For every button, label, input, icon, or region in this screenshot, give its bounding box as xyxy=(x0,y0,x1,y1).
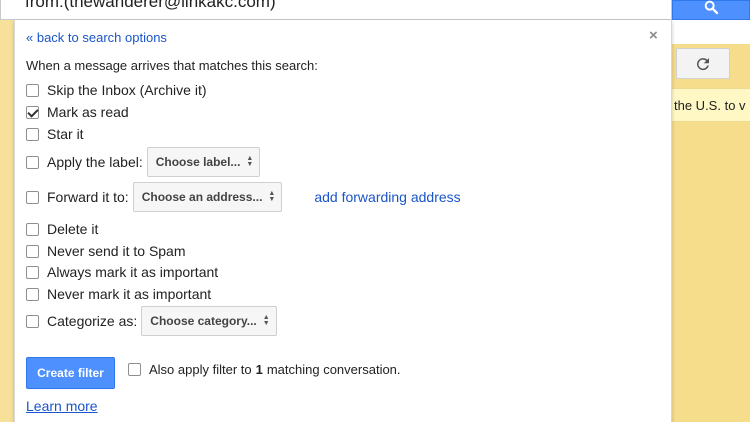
choose-category-select[interactable]: Choose category... ▲ ▼ xyxy=(141,306,277,336)
search-query-text: from:(thewanderer@linkakc.com) xyxy=(25,0,276,11)
option-label: Always mark it as important xyxy=(47,264,219,280)
option-never-spam[interactable]: Never send it to Spam xyxy=(26,243,186,259)
option-categorize[interactable]: Categorize as: Choose category... ▲ ▼ xyxy=(26,306,277,336)
add-forwarding-address-link[interactable]: add forwarding address xyxy=(314,189,460,205)
search-input[interactable]: from:(thewanderer@linkakc.com) xyxy=(0,0,672,20)
select-arrows-icon: ▲ ▼ xyxy=(262,314,270,327)
option-skip-inbox[interactable]: Skip the Inbox (Archive it) xyxy=(26,82,207,98)
choose-label-select[interactable]: Choose label... ▲ ▼ xyxy=(146,147,261,177)
promo-strip: the U.S. to v xyxy=(672,88,750,122)
create-filter-button[interactable]: Create filter xyxy=(26,357,115,389)
never-important-checkbox[interactable] xyxy=(26,287,39,301)
refresh-icon xyxy=(697,57,709,70)
learn-more-link[interactable]: Learn more xyxy=(26,398,98,414)
option-label: Delete it xyxy=(47,221,99,237)
delete-it-checkbox[interactable] xyxy=(26,222,39,236)
close-icon[interactable]: × xyxy=(649,27,658,44)
always-important-checkbox[interactable] xyxy=(26,265,39,279)
option-label: Apply the label: xyxy=(47,154,143,170)
also-apply-suffix: matching conversation. xyxy=(266,362,401,377)
also-apply-prefix: Also apply filter to xyxy=(149,362,252,377)
option-label: Mark as read xyxy=(47,104,129,120)
option-label: Never mark it as important xyxy=(47,286,212,302)
star-it-checkbox[interactable] xyxy=(26,127,39,141)
skip-inbox-checkbox[interactable] xyxy=(26,83,39,97)
promo-text: the U.S. to v xyxy=(674,98,746,113)
also-apply-checkbox[interactable] xyxy=(128,363,141,376)
apply-label-checkbox[interactable] xyxy=(26,155,39,169)
option-label: Forward it to: xyxy=(47,189,129,205)
matching-count: 1 xyxy=(255,362,263,377)
mark-as-read-checkbox[interactable] xyxy=(26,105,39,119)
also-apply-option[interactable]: Also apply filter to 1 matching conversa… xyxy=(128,362,401,377)
categorize-checkbox[interactable] xyxy=(26,314,39,328)
filter-intro-text: When a message arrives that matches this… xyxy=(26,58,318,73)
refresh-button[interactable] xyxy=(676,48,730,79)
select-value: Choose category... xyxy=(150,314,257,328)
option-apply-label[interactable]: Apply the label: Choose label... ▲ ▼ xyxy=(26,147,261,177)
option-star-it[interactable]: Star it xyxy=(26,126,84,142)
choose-address-select[interactable]: Choose an address... ▲ ▼ xyxy=(132,182,283,212)
option-never-important[interactable]: Never mark it as important xyxy=(26,286,211,302)
search-button[interactable] xyxy=(672,0,750,20)
never-spam-checkbox[interactable] xyxy=(26,244,39,258)
select-value: Choose label... xyxy=(155,155,241,169)
select-value: Choose an address... xyxy=(141,190,263,204)
option-label: Star it xyxy=(47,126,84,142)
forward-checkbox[interactable] xyxy=(26,190,39,204)
option-mark-as-read[interactable]: Mark as read xyxy=(26,104,129,120)
search-icon xyxy=(704,0,719,15)
option-delete-it[interactable]: Delete it xyxy=(26,221,98,237)
option-always-important[interactable]: Always mark it as important xyxy=(26,264,218,280)
option-forward[interactable]: Forward it to: Choose an address... ▲ ▼ a… xyxy=(26,182,461,212)
select-arrows-icon: ▲ ▼ xyxy=(268,190,276,203)
option-label: Skip the Inbox (Archive it) xyxy=(47,82,207,98)
back-to-search-options-link[interactable]: « back to search options xyxy=(26,30,167,45)
option-label: Never send it to Spam xyxy=(47,243,186,259)
filter-options-panel: « back to search options × When a messag… xyxy=(14,20,672,422)
select-arrows-icon: ▲ ▼ xyxy=(246,155,254,168)
option-label: Categorize as: xyxy=(47,313,138,329)
